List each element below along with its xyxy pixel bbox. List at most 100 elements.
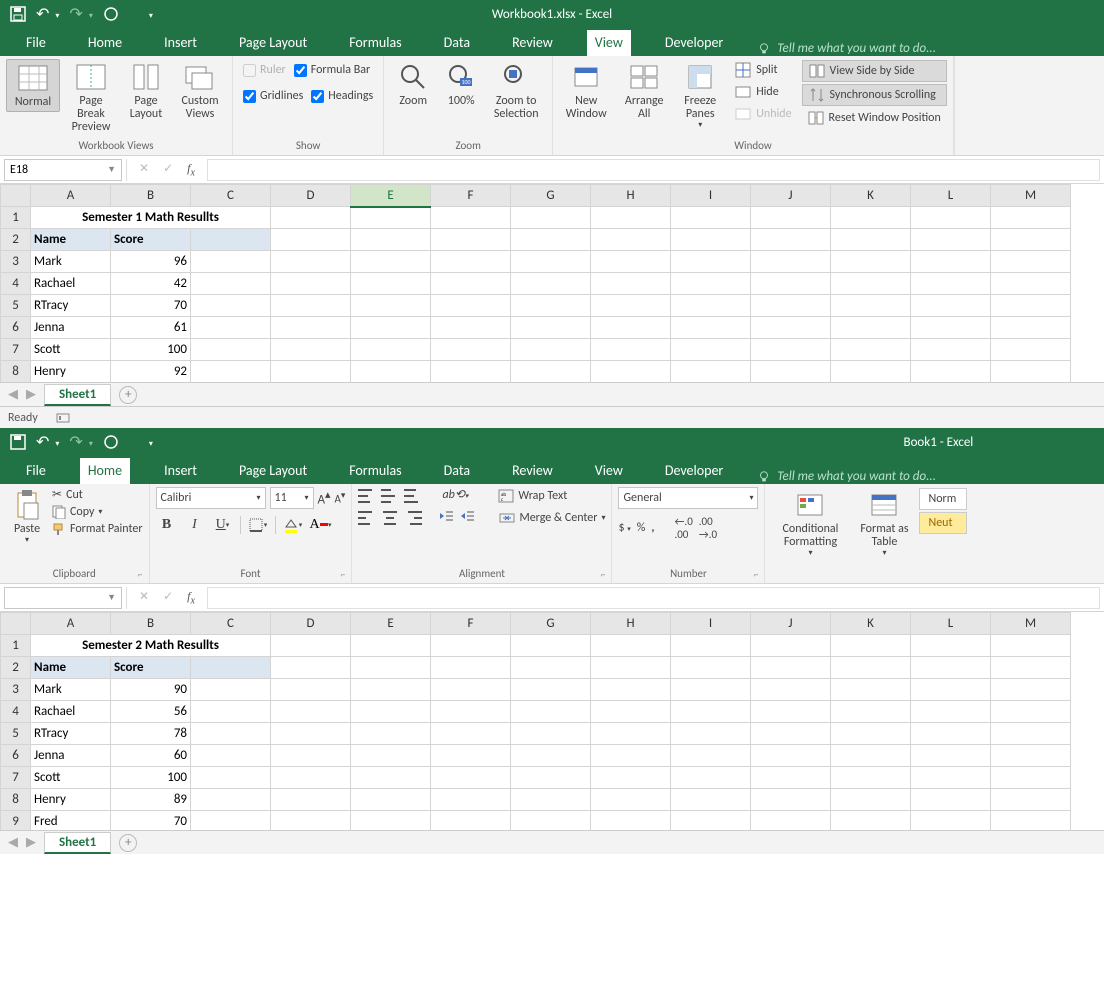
new-window-button[interactable]: New Window (559, 59, 613, 123)
cell-J8[interactable] (751, 361, 831, 383)
cell-F3[interactable] (431, 251, 511, 273)
name-box[interactable]: ▼ (4, 587, 122, 609)
save-icon[interactable] (10, 6, 26, 22)
cell-G5[interactable] (511, 723, 591, 745)
cell-I5[interactable] (671, 295, 751, 317)
cell-C4[interactable] (191, 273, 271, 295)
cell-A1[interactable]: Semester 1 Math Resullts (31, 207, 271, 229)
cell-J1[interactable] (751, 207, 831, 229)
tab-review[interactable]: Review (504, 30, 561, 56)
gridlines-checkbox[interactable]: Gridlines (243, 89, 303, 103)
cell-D2[interactable] (271, 657, 351, 679)
cell-C3[interactable] (191, 251, 271, 273)
cell-E6[interactable] (351, 317, 431, 339)
cell-E3[interactable] (351, 679, 431, 701)
cell-F6[interactable] (431, 745, 511, 767)
sheet-tab-sheet1[interactable]: Sheet1 (44, 384, 111, 406)
cell-C5[interactable] (191, 295, 271, 317)
reset-window-position-button[interactable]: Reset Window Position (802, 108, 947, 128)
cell-L3[interactable] (911, 251, 991, 273)
cell-L7[interactable] (911, 339, 991, 361)
font-name-select[interactable]: Calibri▾ (156, 487, 266, 509)
cell-D8[interactable] (271, 361, 351, 383)
select-all-corner[interactable] (1, 185, 31, 207)
tab-page-layout[interactable]: Page Layout (231, 458, 315, 484)
cell-H6[interactable] (591, 317, 671, 339)
cell-F9[interactable] (431, 811, 511, 831)
cell-F4[interactable] (431, 701, 511, 723)
align-top-icon[interactable] (358, 487, 376, 505)
cell-J4[interactable] (751, 701, 831, 723)
cell-M2[interactable] (991, 657, 1071, 679)
headings-checkbox[interactable]: Headings (311, 89, 373, 103)
cell-E4[interactable] (351, 701, 431, 723)
bold-button[interactable]: B (156, 515, 178, 535)
cell-B6[interactable]: 60 (111, 745, 191, 767)
cell-A7[interactable]: Scott (31, 767, 111, 789)
qat-customize-icon[interactable]: ▾ (149, 439, 153, 449)
tab-developer[interactable]: Developer (657, 30, 731, 56)
align-middle-icon[interactable] (381, 487, 399, 505)
wrap-text-button[interactable]: abcWrap Text (498, 487, 567, 505)
cell-L4[interactable] (911, 701, 991, 723)
cell-G3[interactable] (511, 251, 591, 273)
cell-B5[interactable]: 78 (111, 723, 191, 745)
column-header-L[interactable]: L (911, 613, 991, 635)
cell-E3[interactable] (351, 251, 431, 273)
cell-J3[interactable] (751, 679, 831, 701)
cell-D5[interactable] (271, 295, 351, 317)
cell-M1[interactable] (991, 635, 1071, 657)
comma-format-button[interactable]: , (651, 521, 654, 535)
column-header-I[interactable]: I (671, 613, 751, 635)
increase-indent-icon[interactable] (459, 509, 475, 527)
sheet-nav-prev-icon[interactable]: ◀ (8, 387, 18, 402)
align-left-icon[interactable] (358, 509, 376, 527)
chevron-down-icon[interactable]: ▼ (107, 164, 116, 175)
cell-M8[interactable] (991, 361, 1071, 383)
save-icon[interactable] (10, 434, 26, 450)
column-header-B[interactable]: B (111, 185, 191, 207)
cell-H3[interactable] (591, 679, 671, 701)
column-header-I[interactable]: I (671, 185, 751, 207)
cell-E6[interactable] (351, 745, 431, 767)
dialog-launcher-icon[interactable]: ⌐ (138, 568, 143, 581)
cell-E9[interactable] (351, 811, 431, 831)
synchronous-scrolling-button[interactable]: Synchronous Scrolling (802, 84, 947, 106)
cell-B6[interactable]: 61 (111, 317, 191, 339)
font-size-select[interactable]: 11▾ (270, 487, 314, 509)
cell-G5[interactable] (511, 295, 591, 317)
italic-button[interactable]: I (184, 515, 206, 535)
cell-D8[interactable] (271, 789, 351, 811)
cell-L6[interactable] (911, 317, 991, 339)
cell-H7[interactable] (591, 339, 671, 361)
custom-views-button[interactable]: Custom Views (174, 59, 226, 123)
cut-button[interactable]: ✂Cut (52, 487, 143, 502)
row-header-2[interactable]: 2 (1, 229, 31, 251)
cell-C6[interactable] (191, 317, 271, 339)
cell-A3[interactable]: Mark (31, 679, 111, 701)
cell-F8[interactable] (431, 789, 511, 811)
cell-L8[interactable] (911, 361, 991, 383)
column-header-M[interactable]: M (991, 613, 1071, 635)
cell-I8[interactable] (671, 789, 751, 811)
cell-I1[interactable] (671, 207, 751, 229)
tab-insert[interactable]: Insert (156, 30, 205, 56)
cell-D1[interactable] (271, 635, 351, 657)
cell-H9[interactable] (591, 811, 671, 831)
cell-E8[interactable] (351, 789, 431, 811)
cell-A4[interactable]: Rachael (31, 701, 111, 723)
increase-font-icon[interactable]: A▴ (318, 488, 331, 507)
cell-A8[interactable]: Henry (31, 789, 111, 811)
cell-A9[interactable]: Fred (31, 811, 111, 831)
sheet-nav-next-icon[interactable]: ▶ (26, 835, 36, 850)
cell-L2[interactable] (911, 657, 991, 679)
cell-L5[interactable] (911, 295, 991, 317)
name-box[interactable]: E18▼ (4, 159, 122, 181)
cell-B3[interactable]: 90 (111, 679, 191, 701)
cell-D2[interactable] (271, 229, 351, 251)
cell-K7[interactable] (831, 339, 911, 361)
cell-G8[interactable] (511, 789, 591, 811)
cell-K5[interactable] (831, 723, 911, 745)
cell-G2[interactable] (511, 229, 591, 251)
cell-M8[interactable] (991, 789, 1071, 811)
